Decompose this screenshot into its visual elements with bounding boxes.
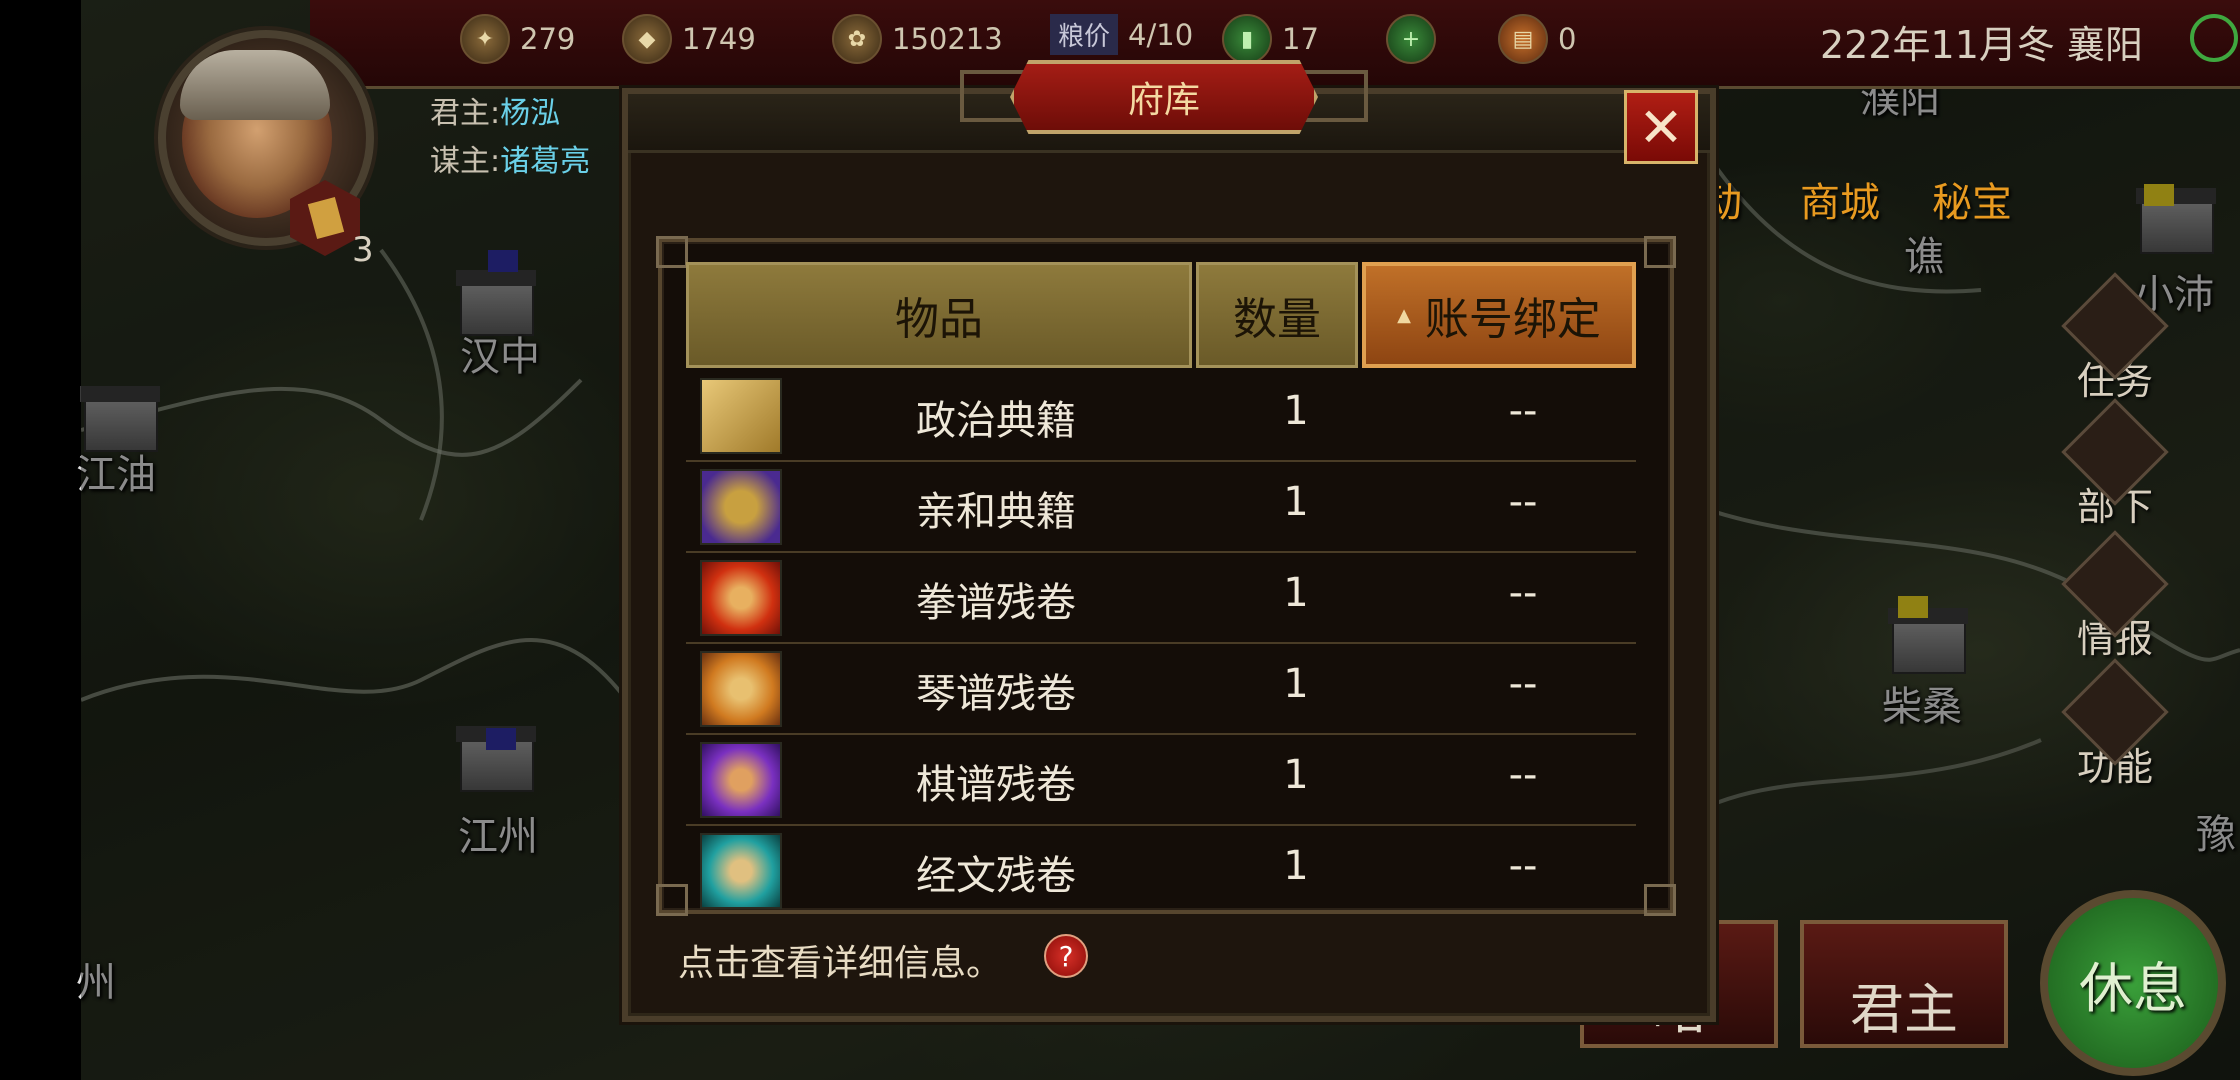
advisor-name: 诸葛亮 xyxy=(500,144,591,179)
corner-ornament xyxy=(1644,236,1676,268)
ruler-info: 君主:杨泓 xyxy=(430,88,560,132)
date-location: 222年11月冬 襄阳 xyxy=(1820,23,2143,67)
book-icon: ▤ xyxy=(1498,14,1548,64)
resource-value: 150213 xyxy=(892,22,1003,56)
player-portrait[interactable]: 3 xyxy=(100,20,374,270)
resource-grain[interactable]: ✿ 150213 xyxy=(832,14,1003,64)
dialog-title: 府库 xyxy=(1010,60,1318,134)
item-bind: -- xyxy=(1508,570,1538,616)
scripture-fragment-icon xyxy=(700,833,782,909)
item-bind: -- xyxy=(1508,843,1538,889)
table-row[interactable]: 经文残卷 1 -- xyxy=(686,827,1636,915)
advisor-label: 谋主: xyxy=(430,144,501,179)
resource-stone[interactable]: ◆ 1749 xyxy=(622,14,756,64)
affinity-classic-icon xyxy=(700,469,782,545)
rest-button[interactable]: 休息 xyxy=(2040,890,2226,1076)
zither-manual-fragment-icon xyxy=(700,651,782,727)
resource-value: 4/10 xyxy=(1128,17,1194,52)
item-quantity: 1 xyxy=(1283,388,1309,434)
item-quantity: 1 xyxy=(1283,843,1309,889)
side-button-intel[interactable]: 情报 xyxy=(2060,530,2170,663)
add-icon: + xyxy=(1386,14,1436,64)
grain-price-label: 粮价 xyxy=(1050,14,1119,55)
column-header-quantity[interactable]: 数量 xyxy=(1196,262,1358,368)
column-header-item[interactable]: 物品 xyxy=(686,262,1192,368)
table-row[interactable]: 拳谱残卷 1 -- xyxy=(686,554,1636,644)
side-button-tasks[interactable]: 任务 xyxy=(2060,272,2170,405)
resource-grain-price[interactable]: 粮价 4/10 xyxy=(1050,14,1193,55)
table-row[interactable]: 棋谱残卷 1 -- xyxy=(686,736,1636,826)
item-name: 琴谱残卷 xyxy=(916,671,1076,717)
treasure-menu-label[interactable]: 秘宝 xyxy=(1932,170,2012,228)
political-classic-icon xyxy=(700,378,782,454)
chess-manual-fragment-icon xyxy=(700,742,782,818)
ruler-button-label: 君主 xyxy=(1850,978,1958,1041)
item-bind: -- xyxy=(1508,479,1538,525)
column-header-label: 账号绑定 xyxy=(1424,294,1601,345)
rest-button-label: 休息 xyxy=(2079,956,2187,1020)
ruler-name: 杨泓 xyxy=(500,96,561,131)
item-quantity: 1 xyxy=(1283,661,1309,707)
corner-ornament xyxy=(656,884,688,916)
column-header-label: 物品 xyxy=(895,294,983,345)
item-bind: -- xyxy=(1508,661,1538,707)
item-quantity: 1 xyxy=(1283,570,1309,616)
resource-value: 0 xyxy=(1558,22,1577,56)
items-table: 物品 数量 ▲ 账号绑定 政治典籍 1 -- 亲和典籍 1 -- 拳谱残卷 1 … xyxy=(656,236,1676,916)
ruler-button[interactable]: 君主 xyxy=(1800,920,2008,1048)
column-header-label: 数量 xyxy=(1233,294,1321,345)
item-name: 经文残卷 xyxy=(916,853,1076,899)
resource-value: 1749 xyxy=(682,22,756,56)
close-button[interactable]: ✕ xyxy=(1624,90,1698,164)
resource-value: 279 xyxy=(520,22,576,56)
side-button-functions[interactable]: 功能 xyxy=(2060,658,2170,791)
ruler-label: 君主: xyxy=(430,96,501,131)
dialog-title-text: 府库 xyxy=(1127,80,1200,121)
settings-icon[interactable] xyxy=(2190,14,2238,62)
resource-value: 17 xyxy=(1282,22,1319,56)
resource-book[interactable]: ▤ 0 xyxy=(1498,14,1576,64)
item-bind: -- xyxy=(1508,752,1538,798)
fist-manual-fragment-icon xyxy=(700,560,782,636)
shop-menu-label[interactable]: 商城 xyxy=(1800,170,1880,228)
corner-ornament xyxy=(656,236,688,268)
table-row[interactable]: 琴谱残卷 1 -- xyxy=(686,645,1636,735)
hint-text: 点击查看详细信息。 xyxy=(678,943,1003,984)
left-black-bar xyxy=(0,0,81,1080)
helmet xyxy=(180,50,330,120)
close-icon: ✕ xyxy=(1638,95,1684,159)
table-row[interactable]: 亲和典籍 1 -- xyxy=(686,463,1636,553)
item-bind: -- xyxy=(1508,388,1538,434)
sort-indicator-icon: ▲ xyxy=(1397,304,1411,326)
badge-count: 3 xyxy=(352,230,374,270)
item-quantity: 1 xyxy=(1283,479,1309,525)
advisor-info: 谋主:诸葛亮 xyxy=(430,136,590,180)
item-name: 棋谱残卷 xyxy=(916,762,1076,808)
item-name: 拳谱残卷 xyxy=(916,580,1076,626)
column-header-bind[interactable]: ▲ 账号绑定 xyxy=(1362,262,1636,368)
table-row[interactable]: 政治典籍 1 -- xyxy=(686,372,1636,462)
grain-icon: ✿ xyxy=(832,14,882,64)
resource-wood[interactable]: ✦ 279 xyxy=(460,14,575,64)
item-name: 亲和典籍 xyxy=(916,489,1076,535)
help-button[interactable]: ? xyxy=(1044,934,1088,978)
wood-icon: ✦ xyxy=(460,14,510,64)
item-quantity: 1 xyxy=(1283,752,1309,798)
resource-jade[interactable]: ▮ 17 xyxy=(1222,14,1319,64)
jade-icon: ▮ xyxy=(1222,14,1272,64)
item-name: 政治典籍 xyxy=(916,398,1076,444)
question-icon: ? xyxy=(1058,939,1074,973)
stone-icon: ◆ xyxy=(622,14,672,64)
add-resource-button[interactable]: + xyxy=(1386,14,1436,64)
side-button-subordinates[interactable]: 部下 xyxy=(2060,398,2170,531)
